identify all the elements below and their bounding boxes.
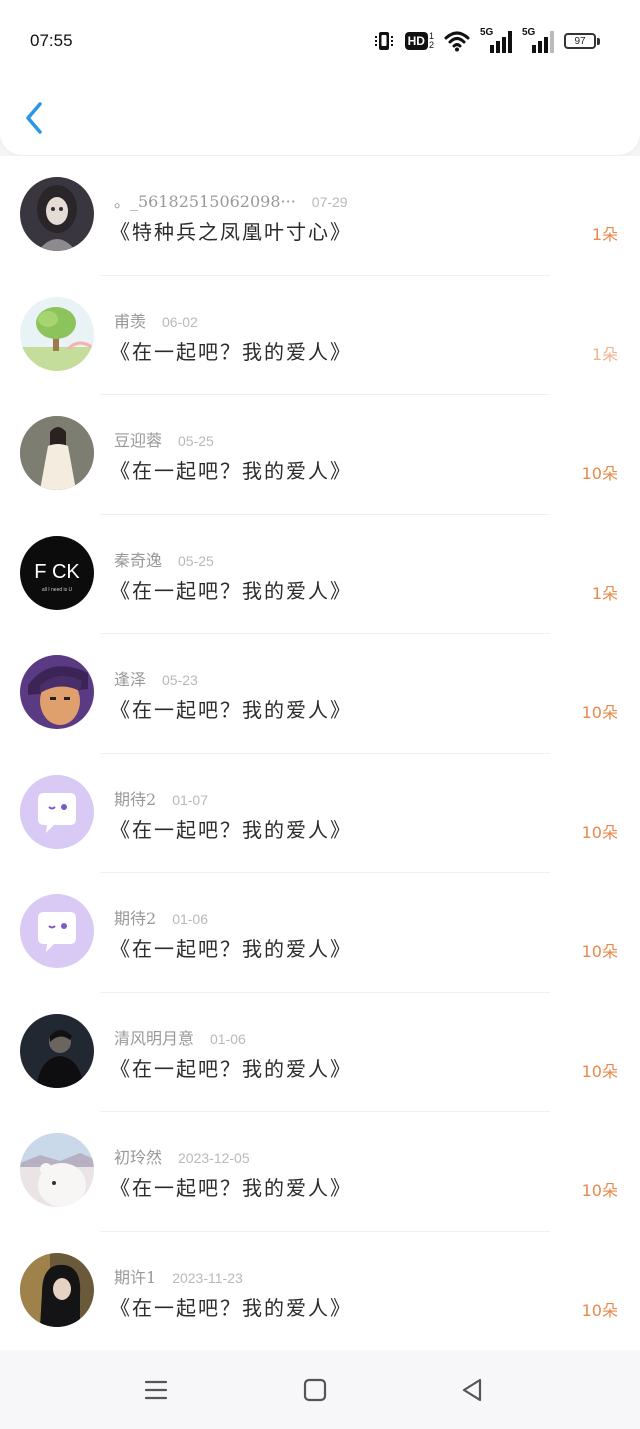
hooded-girl-avatar[interactable] (20, 1252, 94, 1327)
chevron-left-icon[interactable] (22, 100, 46, 136)
item-meta: 清风明月意 01-06 (114, 1025, 246, 1049)
item-meta: 期许1 2023-11-23 (114, 1264, 243, 1288)
item-meta: 秦奇逸 05-25 (114, 547, 214, 571)
book-title: 《在一起吧？我的爱人》 (110, 1295, 352, 1320)
item-meta: 期待2 01-07 (114, 786, 208, 810)
cartoon-boy-avatar[interactable] (20, 655, 94, 729)
flower-count: 10朵 (581, 464, 618, 483)
list-item[interactable]: 逢泽 05-23 《在一起吧？我的爱人》 10朵 (0, 634, 640, 754)
flower-count: 1朵 (591, 583, 618, 603)
user-name: 期待2 (114, 789, 157, 809)
item-meta: 期待2 01-06 (114, 905, 208, 929)
book-title: 《在一起吧？我的爱人》 (110, 339, 352, 364)
user-name: 逢泽 (114, 670, 147, 689)
user-name: 初玲然 (114, 1148, 163, 1167)
avatar-text: F CK (34, 561, 80, 583)
user-name: 期许1 (114, 1267, 157, 1287)
flower-count: 10朵 (581, 1061, 618, 1081)
chat-bubble-avatar[interactable] (20, 894, 94, 968)
user-name: 秦奇逸 (114, 550, 163, 570)
book-title: 《特种兵之凤凰叶寸心》 (110, 220, 352, 244)
book-title: 《在一起吧？我的爱人》 (110, 937, 352, 961)
flower-count: 10朵 (581, 942, 618, 961)
hd-icon: HD 12 (404, 31, 434, 50)
book-title: 《在一起吧？我的爱人》 (110, 1056, 352, 1081)
book-title: 《在一起吧？我的爱人》 (110, 698, 352, 722)
avatar-subtext: all I need is U (42, 587, 73, 593)
record-date: 2023-12-05 (178, 1150, 250, 1166)
status-icons: HD 12 5G 5G 97 (373, 27, 600, 54)
list-item[interactable]: 。_56182515062098··· 07-29 《特种兵之凤凰叶寸心》 1朵 (0, 156, 640, 276)
top-bar: 07:55 HD 12 5G 5G 97 (0, 0, 640, 155)
user-name: 甫羡 (114, 311, 147, 331)
back-triangle-icon[interactable] (457, 1375, 487, 1405)
flower-count: 1朵 (591, 225, 618, 244)
record-date: 07-29 (311, 194, 348, 210)
tree-avatar[interactable] (20, 296, 94, 371)
bear-avatar[interactable] (20, 1133, 94, 1207)
system-nav-bar (0, 1350, 640, 1429)
chat-bubble-avatar[interactable] (20, 774, 94, 849)
item-meta: 逢泽 05-23 (114, 666, 198, 690)
list-item[interactable]: 初玲然 2023-12-05 《在一起吧？我的爱人》 10朵 (0, 1112, 640, 1232)
record-date: 05-23 (162, 672, 198, 688)
list-item[interactable]: F CK all I need is U 秦奇逸 05-25 《在一起吧？我的爱… (0, 514, 640, 634)
list-item[interactable]: 甫羡 06-02 《在一起吧？我的爱人》 1朵 (0, 275, 640, 395)
user-name: 。_56182515062098··· (114, 192, 296, 211)
dark-portrait-avatar[interactable] (20, 1013, 94, 1088)
girl-dress-avatar[interactable] (20, 416, 94, 490)
flower-count: 1朵 (591, 344, 618, 364)
flower-count: 10朵 (581, 703, 618, 722)
user-name: 期待2 (114, 909, 157, 928)
status-time: 07:55 (30, 31, 73, 50)
list-item[interactable]: 豆迎蓉 05-25 《在一起吧？我的爱人》 10朵 (0, 395, 640, 515)
flower-count: 10朵 (581, 822, 618, 842)
record-date: 01-07 (172, 791, 208, 808)
menu-icon[interactable] (141, 1375, 171, 1405)
flower-count: 10朵 (581, 1181, 618, 1200)
record-date: 06-02 (162, 313, 198, 330)
item-meta: 甫羡 06-02 (114, 308, 198, 332)
book-title: 《在一起吧？我的爱人》 (110, 1176, 352, 1200)
signal-icon-1: 5G (480, 27, 512, 53)
user-name: 豆迎蓉 (114, 431, 163, 450)
battery-icon: 97 (564, 33, 600, 49)
hd-sub: 12 (428, 31, 434, 50)
list-item[interactable]: 期许1 2023-11-23 《在一起吧？我的爱人》 10朵 (0, 1231, 640, 1351)
record-date: 05-25 (178, 433, 214, 449)
record-date: 05-25 (178, 552, 214, 569)
item-meta: 初玲然 2023-12-05 (114, 1144, 250, 1168)
list-item[interactable]: 期待2 01-06 《在一起吧？我的爱人》 10朵 (0, 873, 640, 993)
item-meta: 。_56182515062098··· 07-29 (114, 188, 348, 212)
book-title: 《在一起吧？我的爱人》 (110, 817, 352, 842)
home-square-icon[interactable] (300, 1375, 330, 1405)
list-item[interactable]: 期待2 01-07 《在一起吧？我的爱人》 10朵 (0, 753, 640, 873)
girl-doll-avatar[interactable] (20, 177, 94, 251)
signal-icon-2: 5G (522, 27, 554, 53)
flower-count: 10朵 (581, 1300, 618, 1320)
gift-record-list: 。_56182515062098··· 07-29 《特种兵之凤凰叶寸心》 1朵… (0, 156, 640, 1351)
record-date: 01-06 (210, 1030, 246, 1047)
fck-text-avatar[interactable]: F CK all I need is U (20, 535, 94, 610)
list-item[interactable]: 清风明月意 01-06 《在一起吧？我的爱人》 10朵 (0, 992, 640, 1112)
user-name: 清风明月意 (114, 1028, 195, 1048)
record-date: 01-06 (172, 911, 208, 927)
book-title: 《在一起吧？我的爱人》 (110, 459, 352, 483)
book-title: 《在一起吧？我的爱人》 (110, 578, 352, 603)
vibrate-icon (374, 32, 393, 50)
wifi-icon (444, 31, 470, 52)
item-meta: 豆迎蓉 05-25 (114, 427, 214, 451)
record-date: 2023-11-23 (172, 1269, 243, 1286)
